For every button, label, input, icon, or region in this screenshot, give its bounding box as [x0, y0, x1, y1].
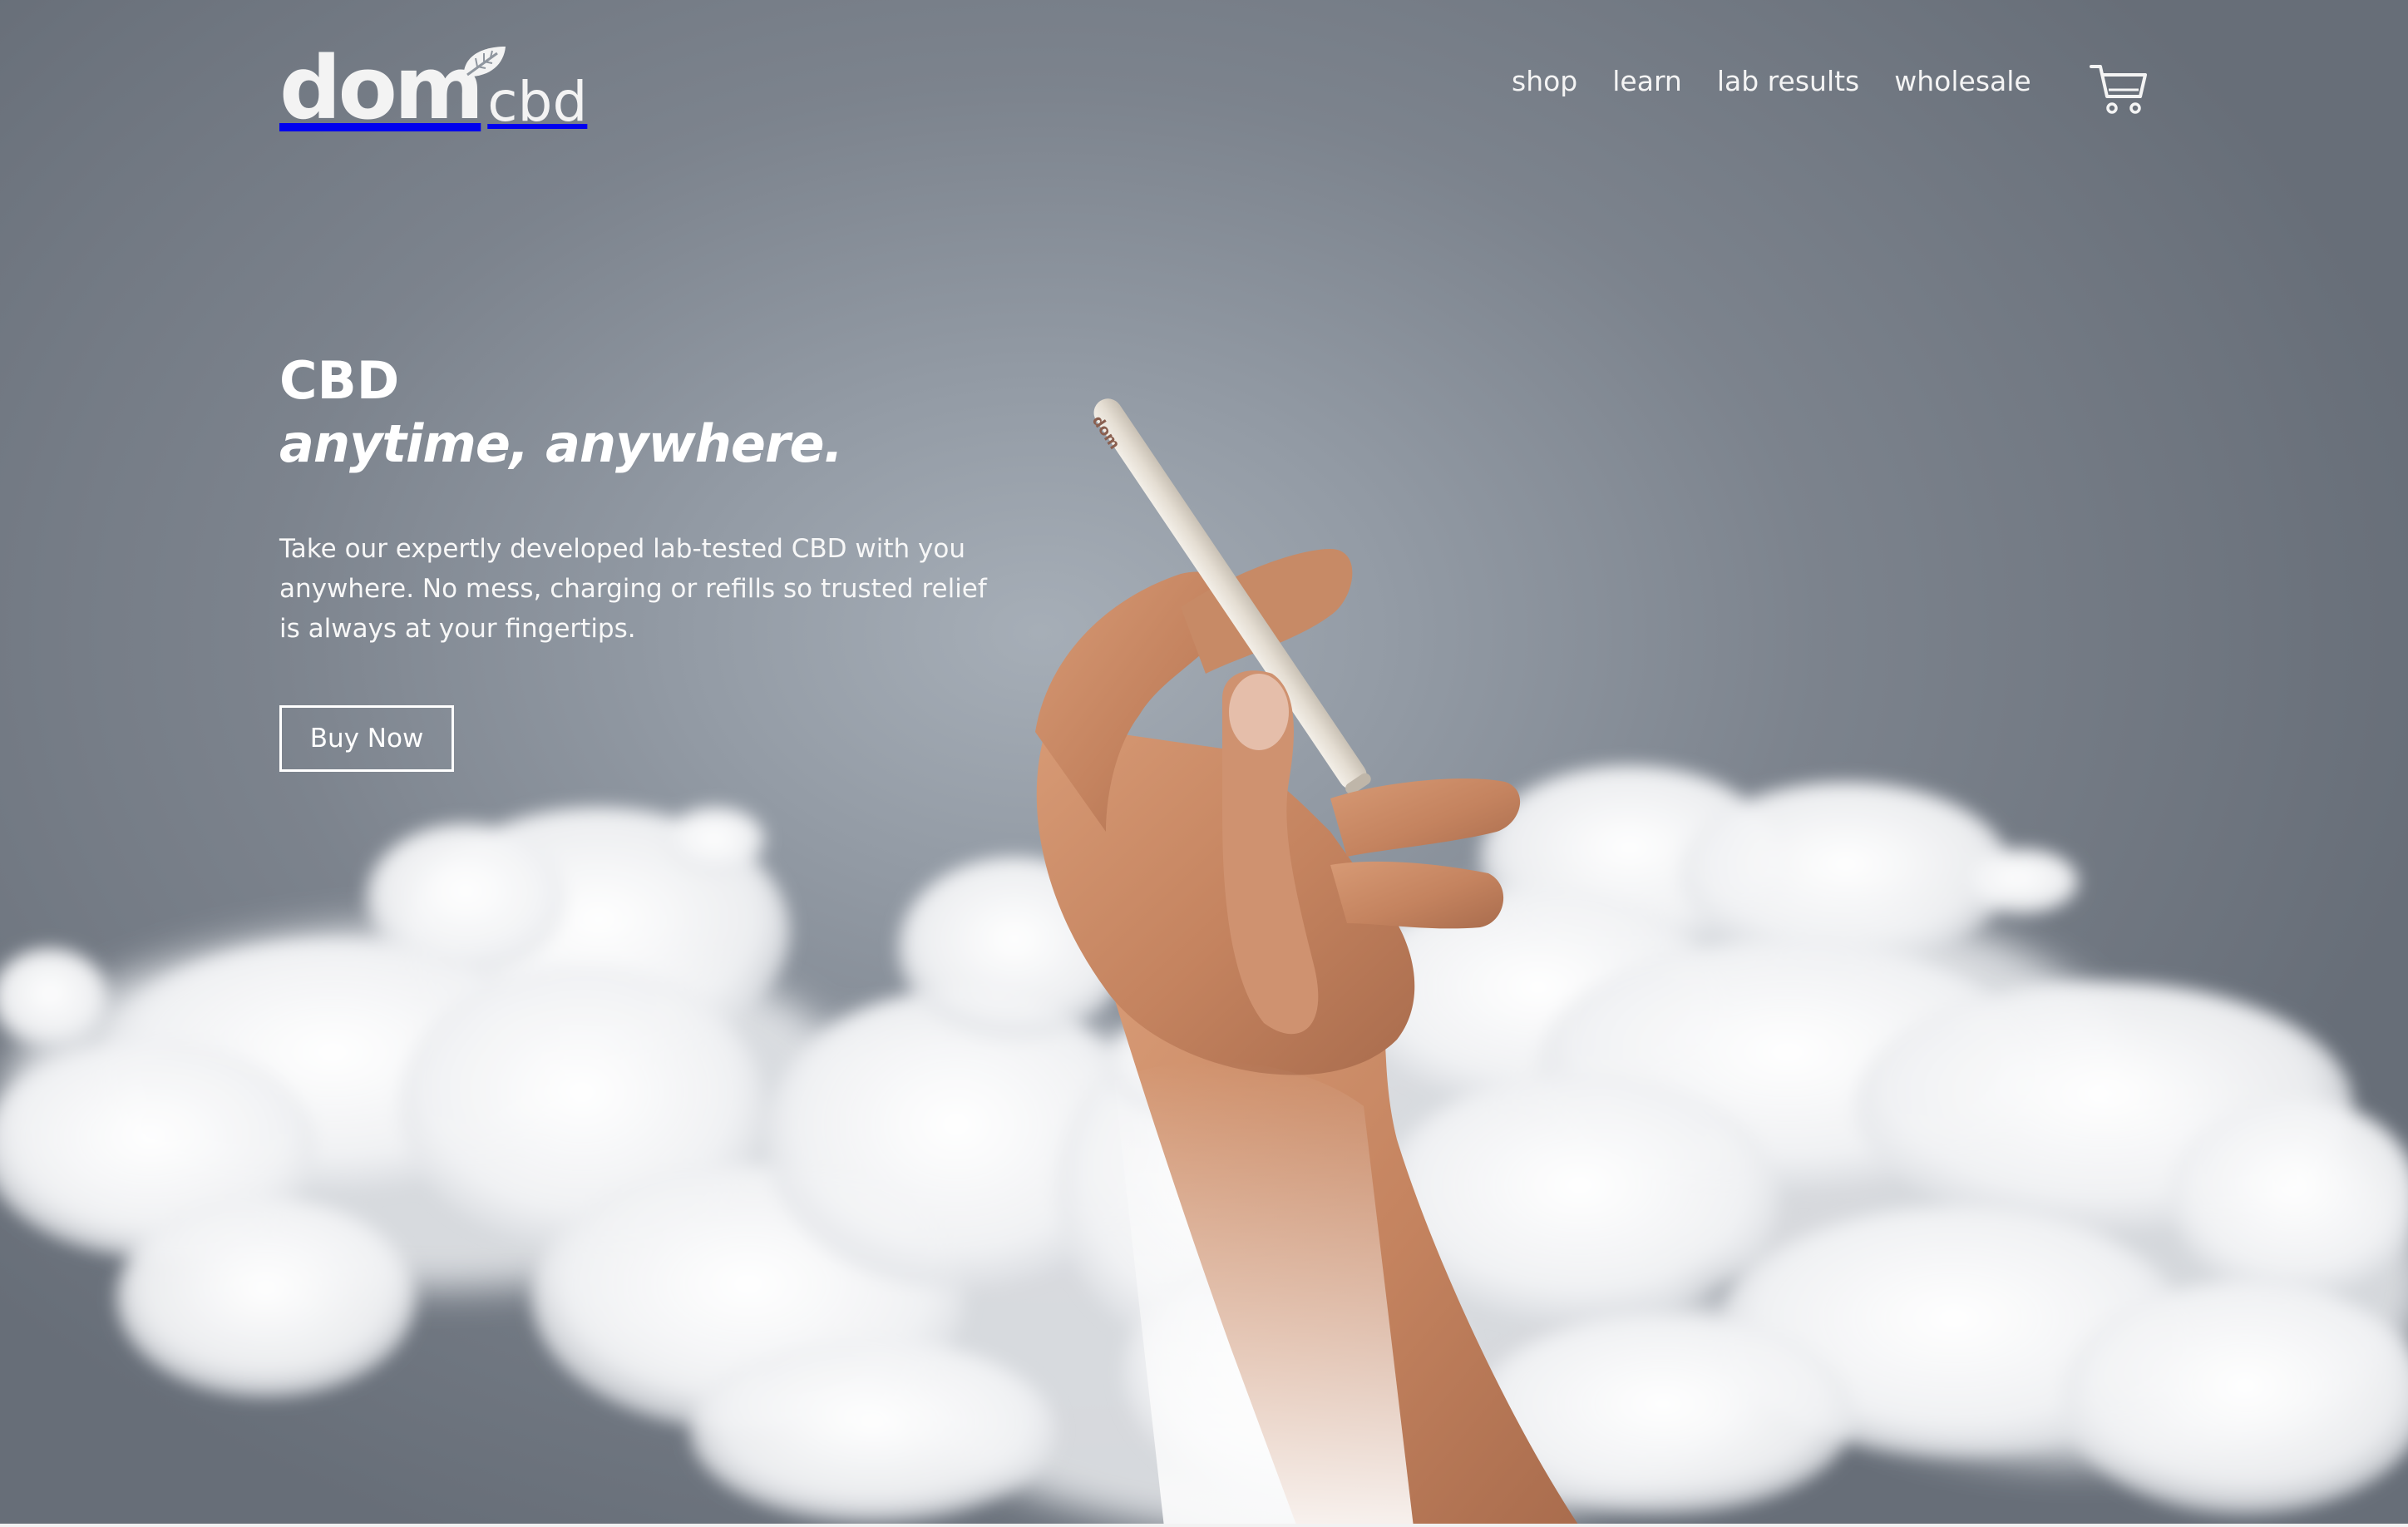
buy-now-button[interactable]: Buy Now [279, 705, 454, 772]
hero-headline: CBD anytime, anywhere. [279, 349, 843, 476]
hero-description: Take our expertly developed lab-tested C… [279, 534, 987, 644]
main-navigation: shop learn lab results wholesale [1512, 65, 2031, 97]
nav-link-shop[interactable]: shop [1512, 65, 1577, 97]
hero-title-line1: CBD [279, 350, 400, 411]
logo-subwordmark: cbd [487, 70, 588, 134]
nav-link-lab-results[interactable]: lab results [1717, 65, 1859, 97]
hero-title-line2: anytime, anywhere. [279, 413, 843, 474]
logo-wordmark: dom [279, 37, 484, 139]
leaf-icon [463, 47, 506, 77]
bottom-edge [0, 1524, 2408, 1527]
nav-link-learn[interactable]: learn [1612, 65, 1682, 97]
brand-logo[interactable]: dom cbd [279, 40, 587, 131]
nav-link-wholesale[interactable]: wholesale [1894, 65, 2031, 97]
shopping-cart-icon[interactable] [2089, 62, 2149, 116]
